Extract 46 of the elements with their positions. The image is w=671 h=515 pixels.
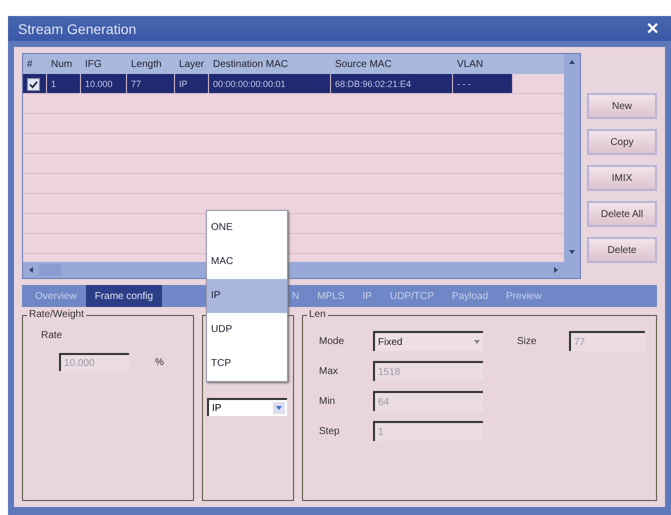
scroll-left-arrow-icon[interactable]	[27, 266, 35, 274]
dropdown-option[interactable]: ONE	[207, 211, 287, 245]
table-cell: IP	[175, 74, 209, 94]
field-label: Rate	[41, 330, 64, 341]
dropdown-option[interactable]: MAC	[207, 245, 287, 279]
dropdown-option[interactable]: UDP	[207, 313, 287, 347]
field-label: Mode	[319, 336, 346, 346]
scroll-right-arrow-icon[interactable]	[552, 266, 560, 274]
vertical-scrollbar[interactable]	[564, 54, 580, 278]
group-title: Rate/Weight	[27, 309, 86, 320]
table-cell: 77	[127, 74, 175, 94]
scroll-up-arrow-icon[interactable]	[568, 58, 576, 66]
column-header: Length	[130, 58, 163, 70]
column-header: VLAN	[456, 58, 484, 70]
column-header: #	[26, 58, 34, 70]
action-button[interactable]: New	[587, 93, 657, 119]
column-header: Layer	[178, 58, 206, 70]
field-label: Size	[517, 336, 538, 346]
table-cell: 00:00:00:00:00:01	[209, 74, 331, 94]
field-label: Min	[319, 396, 336, 406]
table-cell: 1	[47, 74, 81, 94]
unit-label: %	[155, 356, 164, 368]
layer-dropdown[interactable]: IP	[207, 398, 287, 416]
field-label: Max	[319, 366, 339, 376]
column-header: IFG	[84, 58, 103, 70]
window-title: Stream Generation	[18, 20, 136, 36]
action-button[interactable]: IMIX	[587, 165, 657, 191]
action-button[interactable]: Delete	[587, 237, 657, 263]
table-cell: 10.000	[81, 74, 127, 94]
scroll-down-arrow-icon[interactable]	[568, 248, 576, 256]
group-title: Len	[307, 309, 328, 320]
action-button[interactable]: Copy	[587, 129, 657, 155]
table-cell: - - -	[453, 74, 513, 94]
table-row[interactable]: 1 10.000 77 IP 00:00:00:00:00:01 68:DB:96:02:21:E4 - - -	[23, 74, 513, 94]
mode-dropdown[interactable]: Fixed	[373, 331, 483, 351]
action-button[interactable]: Delete All	[587, 201, 657, 227]
field-label: Step	[319, 426, 341, 436]
close-button[interactable]: ✕	[642, 18, 663, 38]
table-cell: 68:DB:96:02:21:E4	[331, 74, 453, 94]
column-header: Destination MAC	[212, 58, 290, 70]
checkbox[interactable]	[27, 78, 40, 92]
dropdown-option[interactable]: IP	[207, 279, 287, 313]
column-header: Source MAC	[334, 58, 393, 70]
column-header: Num	[50, 58, 74, 70]
dropdown-option[interactable]: TCP	[207, 347, 287, 381]
tab[interactable]: Frame config	[86, 285, 162, 307]
